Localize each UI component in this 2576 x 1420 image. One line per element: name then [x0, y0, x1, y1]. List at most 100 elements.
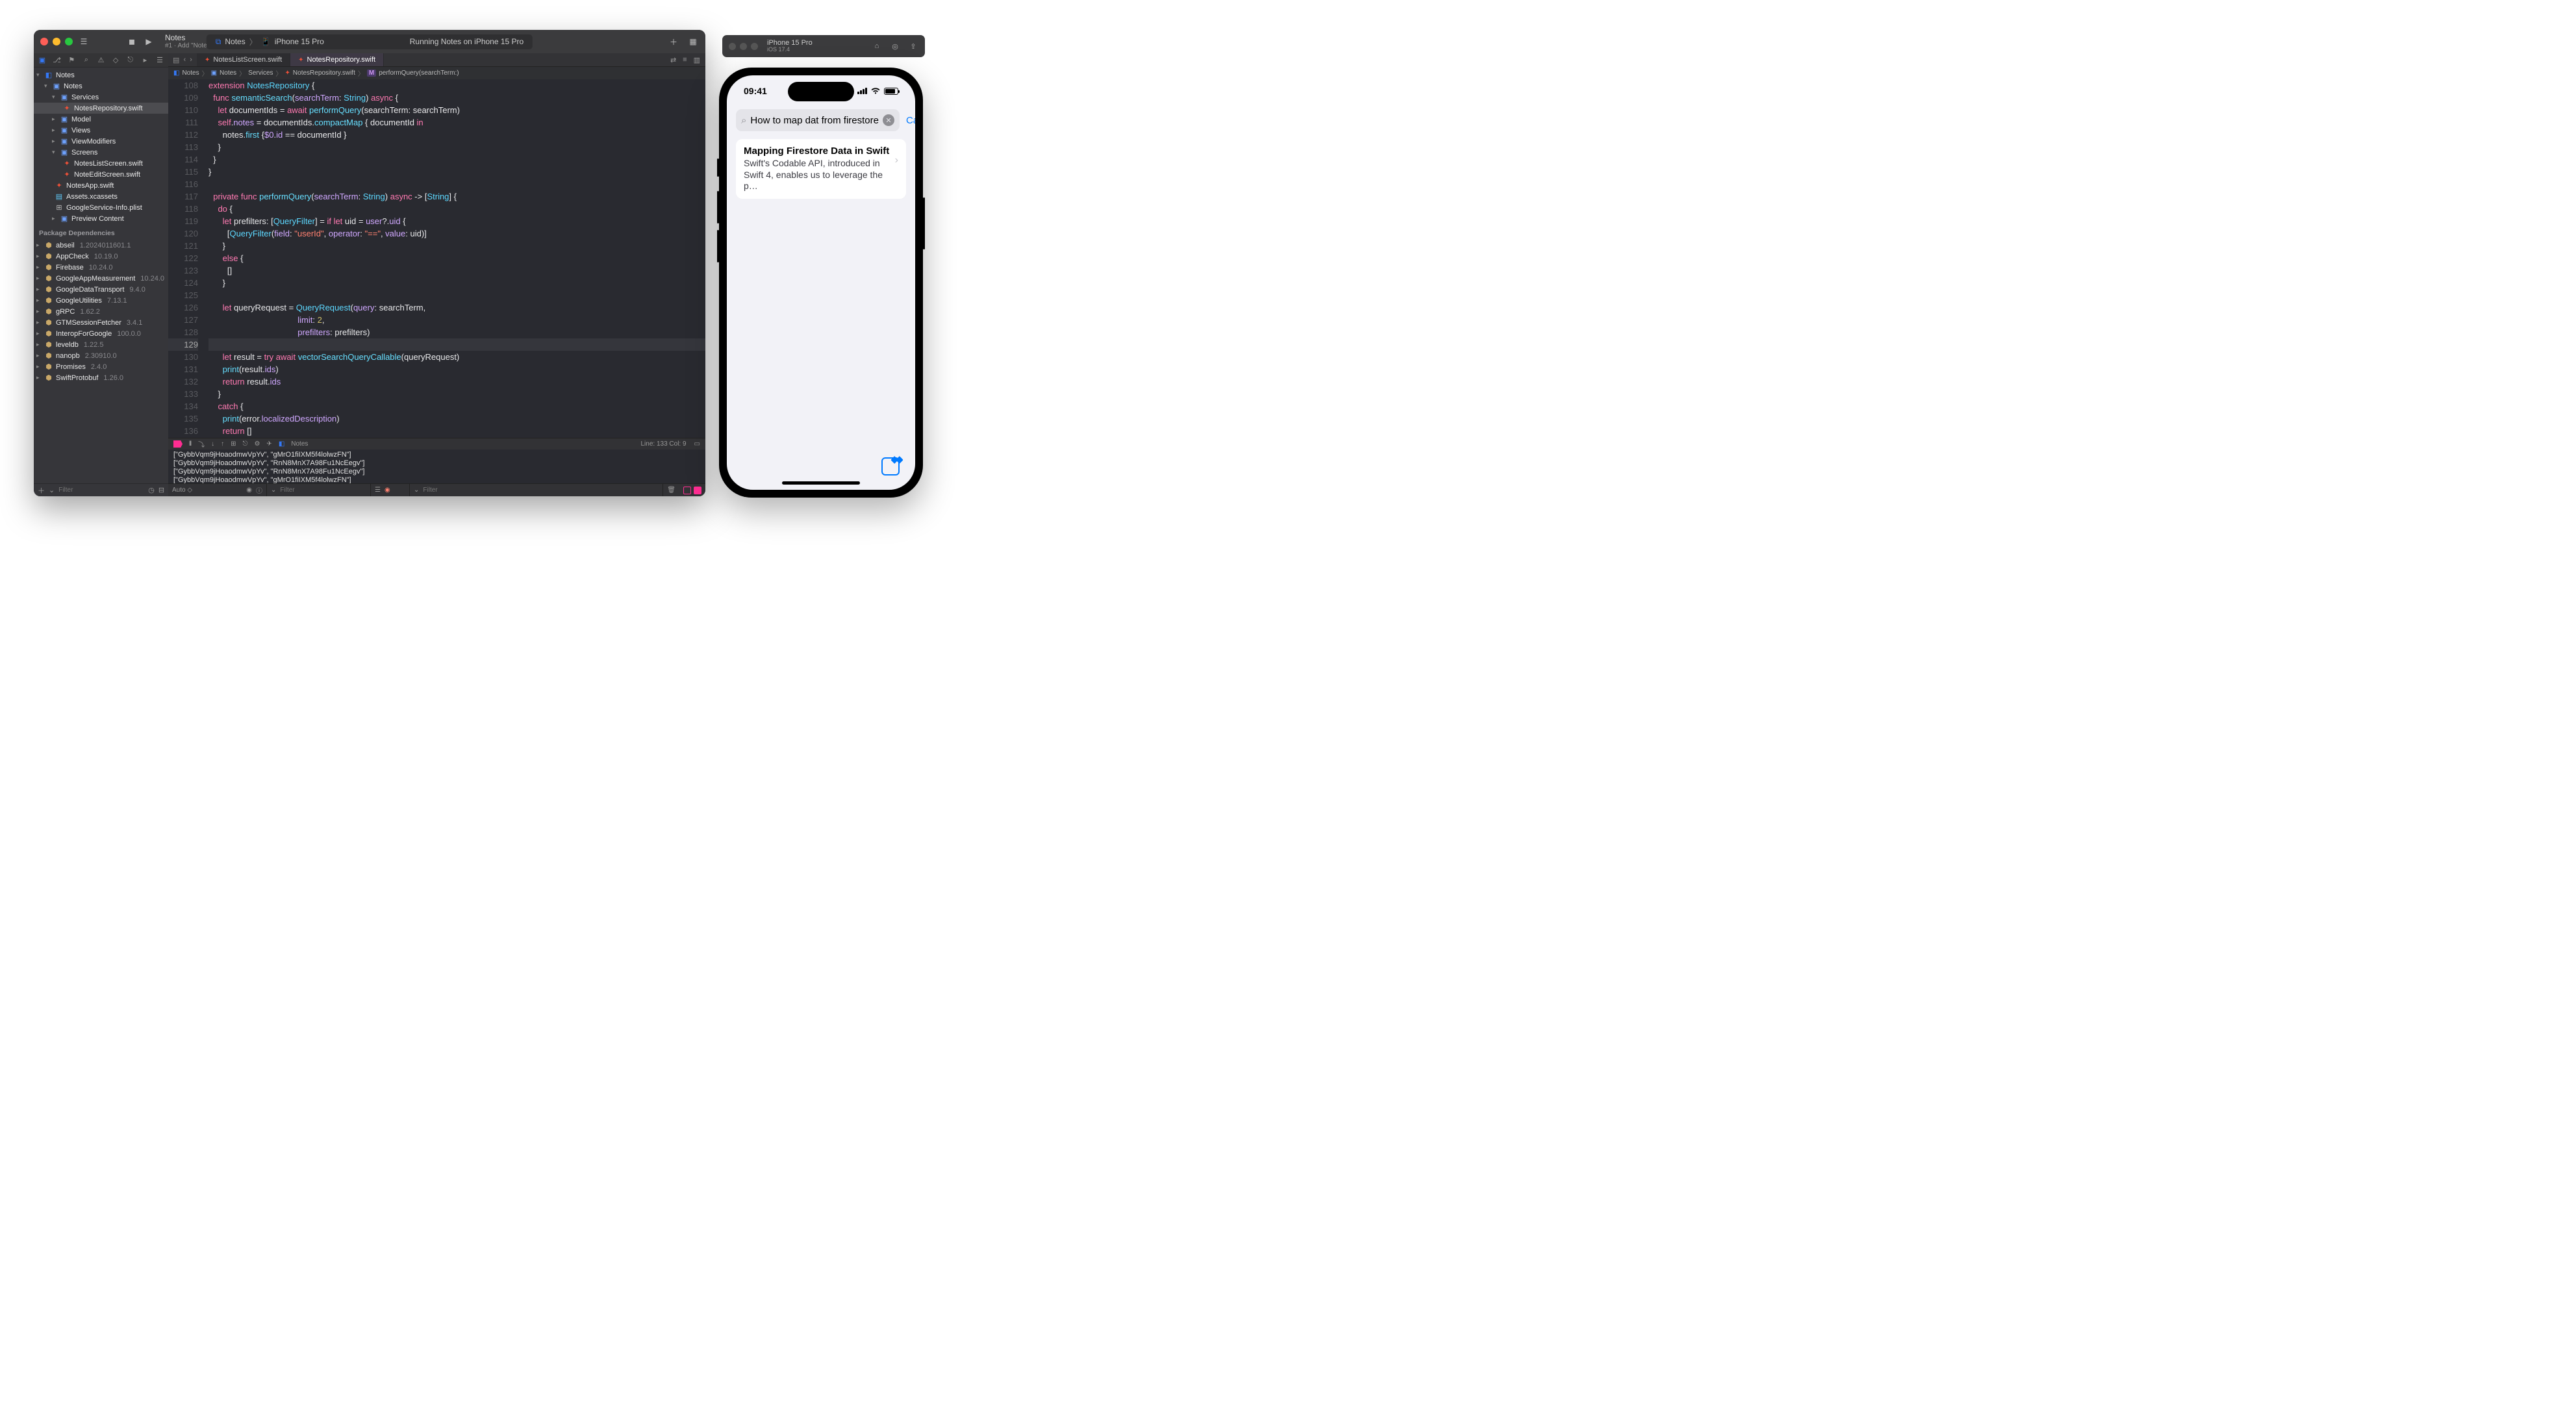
project-navigator-icon[interactable]: ▣ [38, 56, 47, 65]
close-icon[interactable] [729, 43, 736, 50]
step-out-icon[interactable]: ↑ [221, 440, 224, 448]
tree-folder[interactable]: ▾▣Notes [34, 81, 168, 92]
tree-folder[interactable]: ▸▣ViewModifiers [34, 136, 168, 147]
tab-noteslist[interactable]: ✦NotesListScreen.swift [197, 53, 290, 66]
package-row[interactable]: ▸⬢abseil1.2024011601.1 [34, 240, 168, 251]
scm-icon[interactable]: ⊟ [158, 486, 164, 494]
debug-icon[interactable]: ⎋ [126, 56, 135, 65]
screenshot-icon[interactable]: ◎ [890, 41, 900, 51]
variables-filter-input[interactable] [280, 487, 332, 494]
counterpart-icon[interactable]: ⇄ [670, 56, 676, 64]
adjust-editor-icon[interactable]: ≡ [683, 56, 687, 64]
cancel-button[interactable]: Cancel [906, 115, 915, 126]
tests-icon[interactable]: ◇ [111, 56, 120, 65]
filter-icon[interactable]: ⌄ [414, 487, 419, 494]
console-filter-input[interactable] [423, 487, 553, 494]
eye-icon[interactable]: ◉ [246, 487, 252, 494]
package-row[interactable]: ▸⬢leveldb1.22.5 [34, 339, 168, 350]
add-tab-icon[interactable]: ＋ [668, 36, 679, 47]
minimize-icon[interactable] [740, 43, 747, 50]
volume-down[interactable] [717, 230, 719, 262]
pause-icon[interactable]: ‖ [189, 440, 192, 448]
close-icon[interactable] [40, 38, 48, 45]
source-control-icon[interactable]: ⎇ [53, 56, 62, 65]
package-row[interactable]: ▸⬢GoogleDataTransport9.4.0 [34, 284, 168, 295]
tree-file-selected[interactable]: ✦NotesRepository.swift [34, 103, 168, 114]
step-over-icon[interactable]: ⤵ [198, 439, 205, 449]
sidebar-toggle-icon[interactable]: ☰ [78, 36, 90, 47]
search-field[interactable]: ⌕ How to map dat from firestore ✕ [736, 109, 900, 131]
left-pane-icon[interactable] [683, 487, 691, 494]
metrics-icon[interactable]: ◉ [385, 487, 390, 494]
step-into-icon[interactable]: ↓ [211, 440, 214, 448]
package-row[interactable]: ▸⬢GoogleAppMeasurement10.24.0 [34, 273, 168, 284]
stop-button-icon[interactable]: ◼ [126, 36, 138, 47]
tree-root[interactable]: ▾◧Notes [34, 70, 168, 81]
package-row[interactable]: ▸⬢InteropForGoogle100.0.0 [34, 328, 168, 339]
related-items-icon[interactable]: ▤ [173, 56, 179, 64]
find-icon[interactable]: ⌕ [82, 56, 91, 65]
silence-switch[interactable] [717, 158, 719, 177]
add-editor-icon[interactable]: ▥ [694, 56, 700, 64]
home-indicator[interactable] [782, 481, 860, 485]
run-button-icon[interactable]: ▶ [143, 36, 155, 47]
console-mode-icon[interactable]: ☰ [375, 487, 381, 494]
console-output[interactable]: ["GybbVqm9jHoaodmwVpYv", "gMrO1fiIXM5f4l… [168, 450, 705, 483]
compose-button-icon[interactable] [881, 457, 900, 475]
memory-icon[interactable]: ⎋ [243, 440, 248, 448]
forward-icon[interactable]: › [190, 56, 192, 64]
package-row[interactable]: ▸⬢GTMSessionFetcher3.4.1 [34, 317, 168, 328]
share-icon[interactable]: ⇪ [908, 41, 918, 51]
tab-notesrepo[interactable]: ✦NotesRepository.swift [290, 53, 384, 66]
tree-folder[interactable]: ▾▣Screens [34, 147, 168, 158]
clear-icon[interactable]: ✕ [883, 114, 894, 126]
package-row[interactable]: ▸⬢Promises2.4.0 [34, 361, 168, 372]
activity-viewer[interactable]: ⧉ Notes 〉 📱 iPhone 15 Pro Running Notes … [207, 34, 533, 49]
breakpoint-toggle-icon[interactable] [173, 440, 183, 448]
issues-icon[interactable]: ⚠ [97, 56, 106, 65]
breakpoint-icon[interactable]: ▸ [140, 56, 149, 65]
tree-folder[interactable]: ▸▣Model [34, 114, 168, 125]
package-row[interactable]: ▸⬢AppCheck10.19.0 [34, 251, 168, 262]
search-result[interactable]: Mapping Firestore Data in Swift Swift's … [736, 139, 906, 199]
debug-view-icon[interactable]: ⊞ [231, 440, 236, 448]
info-icon[interactable]: ⓘ [256, 485, 262, 495]
right-pane-icon[interactable] [694, 487, 701, 494]
volume-up[interactable] [717, 191, 719, 223]
jump-bar[interactable]: ◧Notes〉 ▣Notes〉 Services〉 ✦NotesReposito… [168, 67, 705, 79]
power-button[interactable] [923, 197, 925, 249]
tree-file[interactable]: ▤Assets.xcassets [34, 191, 168, 202]
package-row[interactable]: ▸⬢Firebase10.24.0 [34, 262, 168, 273]
home-icon[interactable]: ⌂ [872, 41, 882, 51]
library-icon[interactable]: ▦ [687, 36, 699, 47]
tree-file[interactable]: ⊞GoogleService-Info.plist [34, 202, 168, 213]
package-row[interactable]: ▸⬢SwiftProtobuf1.26.0 [34, 372, 168, 383]
tree-file[interactable]: ✦NoteEditScreen.swift [34, 169, 168, 180]
file-tree[interactable]: ▾◧Notes ▾▣Notes ▾▣Services ✦NotesReposit… [34, 68, 168, 483]
zoom-icon[interactable] [751, 43, 758, 50]
package-row[interactable]: ▸⬢GoogleUtilities7.13.1 [34, 295, 168, 306]
tree-folder[interactable]: ▾▣Services [34, 92, 168, 103]
back-icon[interactable]: ‹ [184, 56, 186, 64]
zoom-icon[interactable] [65, 38, 73, 45]
filter-icon[interactable]: ⌄ [49, 486, 55, 494]
navigator-filter-input[interactable] [58, 487, 144, 494]
report-icon[interactable]: ☰ [155, 56, 164, 65]
tree-folder[interactable]: ▸▣Views [34, 125, 168, 136]
code-editor[interactable]: 1081091101111121131141151161171181191201… [168, 79, 705, 438]
package-row[interactable]: ▸⬢gRPC1.62.2 [34, 306, 168, 317]
bookmark-icon[interactable]: ⚑ [67, 56, 76, 65]
clock-icon[interactable]: ◷ [148, 486, 155, 494]
package-row[interactable]: ▸⬢nanopb2.30910.0 [34, 350, 168, 361]
loc-icon[interactable]: ✈ [266, 440, 271, 448]
minimap-icon[interactable]: ▭ [694, 440, 700, 448]
env-icon[interactable]: ⚙ [254, 440, 260, 448]
tree-file[interactable]: ✦NotesApp.swift [34, 180, 168, 191]
trash-icon[interactable]: 🗑 [667, 487, 676, 494]
add-icon[interactable]: ＋ [38, 485, 45, 496]
tree-file[interactable]: ✦NotesListScreen.swift [34, 158, 168, 169]
tree-folder[interactable]: ▸▣Preview Content [34, 213, 168, 224]
minimize-icon[interactable] [53, 38, 60, 45]
filter-icon[interactable]: ⌄ [271, 487, 276, 494]
auto-label[interactable]: Auto ◇ [172, 487, 192, 494]
